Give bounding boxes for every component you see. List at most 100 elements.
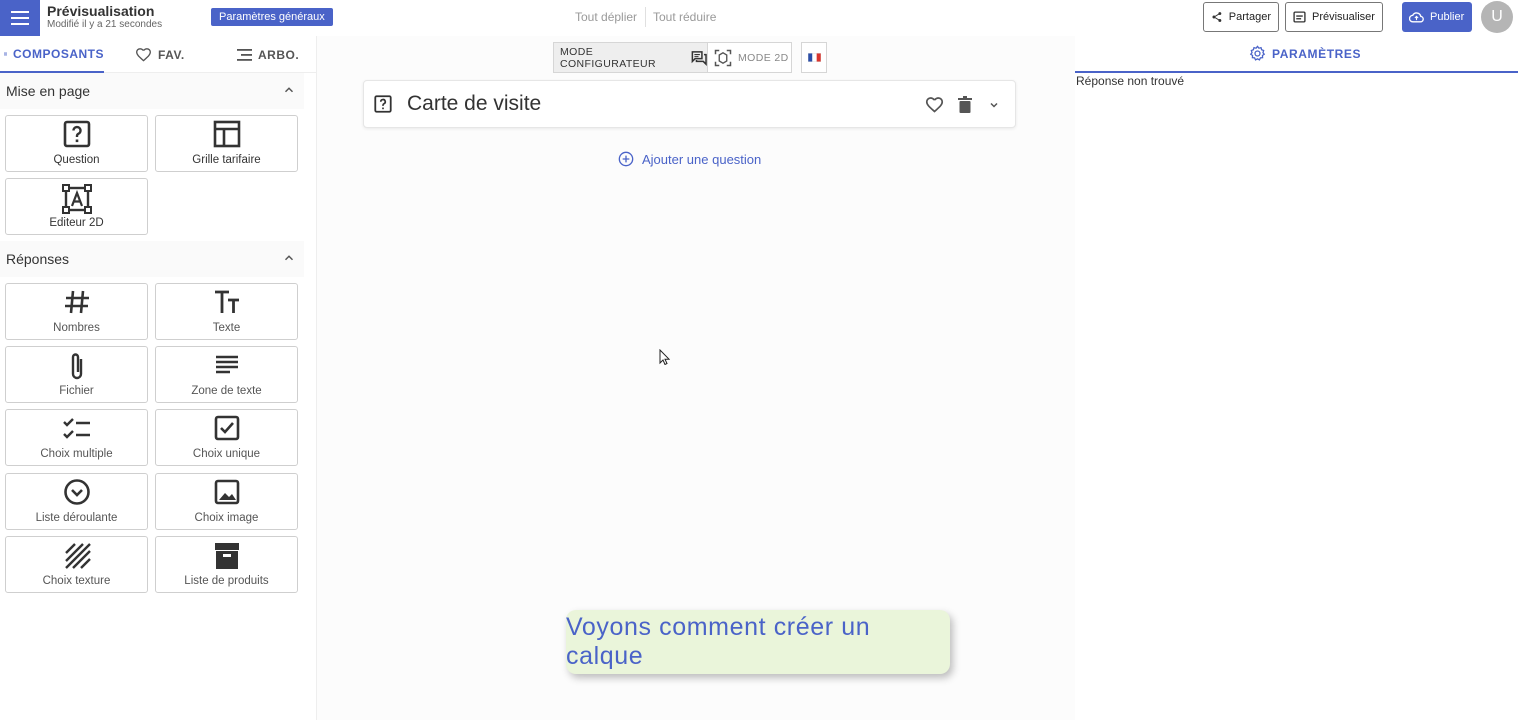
share-icon <box>1212 12 1222 22</box>
paperclip-icon <box>71 353 82 380</box>
language-selector[interactable] <box>801 42 827 73</box>
component-text[interactable]: Texte <box>155 283 298 340</box>
last-modified-label: Modifié il y a 21 secondes <box>47 19 163 30</box>
mode-switch: MODE CONFIGURATEUR MODE 2D <box>553 42 792 73</box>
grid-icon <box>4 52 7 55</box>
component-label: Choix image <box>194 512 259 524</box>
chevron-down-icon[interactable] <box>988 99 1000 111</box>
general-params-button[interactable]: Paramètres généraux <box>211 8 333 26</box>
text-frame-icon <box>61 184 92 214</box>
component-2d-editor[interactable]: Editeur 2D <box>5 178 148 235</box>
question-box-icon <box>374 95 392 113</box>
mode-configurator-button[interactable]: MODE CONFIGURATEUR <box>553 42 708 73</box>
component-question[interactable]: Question <box>5 115 148 172</box>
component-label: Choix texture <box>42 575 111 587</box>
tutorial-tooltip: Voyons comment créer un calque <box>566 610 950 674</box>
mode-2d-label: MODE 2D <box>738 51 789 64</box>
mode-configurator-label: MODE CONFIGURATEUR <box>560 45 657 70</box>
collapse-all-button[interactable]: Tout réduire <box>653 10 716 24</box>
add-question-label: Ajouter une question <box>642 151 762 167</box>
page-title[interactable]: Carte de visite <box>407 92 541 116</box>
component-label: Grille tarifaire <box>192 154 261 166</box>
component-file[interactable]: Fichier <box>5 346 148 403</box>
tab-favorites-label: FAV. <box>158 47 185 62</box>
preview-button[interactable]: Prévisualiser <box>1285 2 1383 32</box>
component-product-list[interactable]: Liste de produits <box>155 536 298 593</box>
section-layout-title: Mise en page <box>6 83 91 99</box>
expand-all-button[interactable]: Tout déplier <box>575 10 637 24</box>
component-single-choice[interactable]: Choix unique <box>155 409 298 466</box>
component-multiple-choice[interactable]: Choix multiple <box>5 409 148 466</box>
image-icon <box>214 479 239 505</box>
component-label: Editeur 2D <box>49 217 104 229</box>
tab-components-label: COMPOSANTS <box>12 46 104 61</box>
heart-icon <box>135 48 152 62</box>
french-flag-icon <box>807 53 821 62</box>
component-dropdown-list[interactable]: Liste déroulante <box>5 473 148 530</box>
top-bar: Prévisualisation Modifié il y a 21 secon… <box>0 0 1518 36</box>
component-label: Texte <box>212 322 241 334</box>
share-label: Partager <box>1228 11 1271 23</box>
component-text-area[interactable]: Zone de texte <box>155 346 298 403</box>
scan-frame-icon <box>714 49 732 66</box>
tab-tree-label: ARBO. <box>258 47 300 62</box>
publish-button[interactable]: Publier <box>1402 2 1472 32</box>
lines-icon <box>215 355 238 374</box>
page-card[interactable]: Carte de visite <box>363 80 1016 128</box>
section-answers-title: Réponses <box>6 251 70 267</box>
chevron-up-icon <box>284 255 294 261</box>
question-box-icon <box>63 120 90 148</box>
texture-icon <box>64 543 91 569</box>
component-price-grid[interactable]: Grille tarifaire <box>155 115 298 172</box>
panel-tabs: COMPOSANTS FAV. ARBO. <box>0 36 316 73</box>
cloud-upload-icon <box>1409 11 1424 22</box>
preview-icon <box>1293 11 1306 23</box>
gear-icon <box>1249 45 1266 61</box>
settings-panel: PARAMÈTRES Réponse non trouvé <box>1075 36 1518 720</box>
archive-box-icon <box>214 543 239 569</box>
chevron-up-icon <box>284 87 294 93</box>
not-found-message: Réponse non trouvé <box>1076 74 1185 88</box>
component-image-choice[interactable]: Choix image <box>155 473 298 530</box>
component-label: Liste de produits <box>184 575 269 587</box>
component-label: Fichier <box>59 385 94 397</box>
divider <box>645 7 646 27</box>
component-label: Question <box>53 154 100 166</box>
hash-icon <box>64 290 89 314</box>
user-avatar[interactable]: U <box>1481 1 1513 33</box>
menu-button[interactable] <box>0 0 40 36</box>
cursor-icon <box>659 349 670 365</box>
component-label: Zone de texte <box>191 385 262 397</box>
preview-label: Prévisualiser <box>1312 11 1375 23</box>
share-button[interactable]: Partager <box>1203 2 1279 32</box>
text-size-icon <box>214 290 239 313</box>
chat-bubbles-icon <box>691 50 707 66</box>
hamburger-icon <box>11 11 29 25</box>
tab-components[interactable]: COMPOSANTS <box>0 36 104 73</box>
components-panel: COMPOSANTS FAV. ARBO. Mise en page Quest… <box>0 36 317 720</box>
tree-list-icon <box>237 48 252 61</box>
tab-tree[interactable]: ARBO. <box>237 36 299 73</box>
table-grid-icon <box>213 120 240 148</box>
component-label: Choix multiple <box>40 448 113 460</box>
add-question-button[interactable]: Ajouter une question <box>618 151 761 167</box>
trash-icon[interactable] <box>958 96 972 113</box>
mode-2d-button[interactable]: MODE 2D <box>708 42 792 73</box>
tab-favorites[interactable]: FAV. <box>135 36 185 73</box>
dropdown-circle-icon <box>63 479 90 505</box>
app-title: Prévisualisation <box>47 3 155 19</box>
component-label: Liste déroulante <box>35 512 118 524</box>
publish-label: Publier <box>1430 11 1465 23</box>
section-answers-header[interactable]: Réponses <box>0 241 304 277</box>
component-texture-choice[interactable]: Choix texture <box>5 536 148 593</box>
component-numbers[interactable]: Nombres <box>5 283 148 340</box>
tab-parameters[interactable]: PARAMÈTRES <box>1075 36 1518 73</box>
checklist-icon <box>62 418 90 439</box>
favorite-heart-icon[interactable] <box>925 96 944 113</box>
plus-circle-icon <box>618 151 634 167</box>
section-layout-header[interactable]: Mise en page <box>0 73 304 109</box>
component-label: Nombres <box>53 322 100 334</box>
component-label: Choix unique <box>192 448 261 460</box>
checkbox-icon <box>214 415 239 441</box>
tab-parameters-label: PARAMÈTRES <box>1272 46 1362 61</box>
